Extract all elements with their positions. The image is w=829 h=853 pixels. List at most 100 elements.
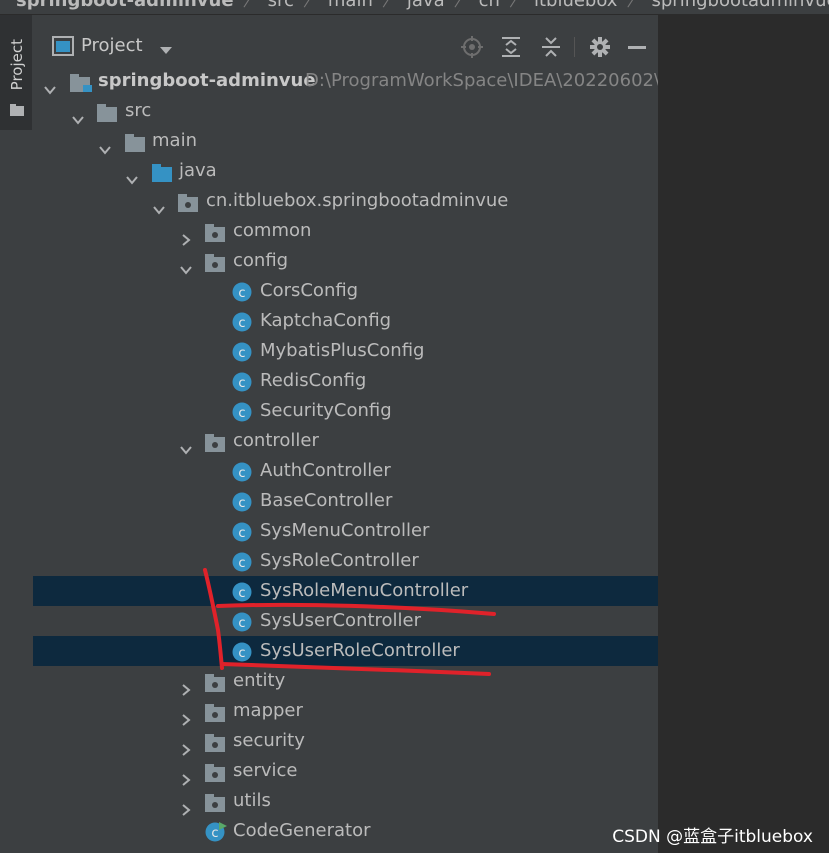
tree-node-config[interactable]: config — [33, 246, 658, 276]
tree-node-label: java — [179, 160, 217, 181]
tree-node-label: RedisConfig — [260, 370, 367, 391]
tree-node-label: SysMenuController — [260, 520, 430, 541]
chevron-right-icon[interactable] — [180, 766, 192, 786]
watermark: CSDN @蓝盒子itbluebox — [612, 827, 813, 847]
tree-node-main[interactable]: main — [33, 126, 658, 156]
breadcrumb-separator: 〉 — [302, 0, 319, 10]
breadcrumb-item-java[interactable]: java — [407, 0, 445, 10]
chevron-down-icon[interactable] — [126, 166, 138, 185]
tree-node-class[interactable]: c RedisConfig — [33, 366, 658, 396]
tree-node-utils[interactable]: utils — [33, 786, 658, 816]
tree-node-class[interactable]: c SysUserController — [33, 606, 658, 636]
breadcrumb-item-src[interactable]: src — [268, 0, 294, 10]
tree-node-controller[interactable]: controller — [33, 426, 658, 456]
tree-node-class[interactable]: c BaseController — [33, 486, 658, 516]
chevron-right-icon[interactable] — [180, 706, 192, 726]
tree-node-class[interactable]: c AuthController — [33, 456, 658, 486]
tree-node-class-selected[interactable]: c SysRoleMenuController — [33, 576, 658, 606]
chevron-down-icon[interactable] — [159, 40, 173, 59]
svg-text:c: c — [238, 526, 245, 541]
breadcrumb-item-cn[interactable]: cn — [479, 0, 500, 10]
tree-node-code-generator[interactable]: c CodeGenerator — [33, 816, 658, 846]
tree-node-label: SecurityConfig — [260, 400, 392, 421]
svg-text:c: c — [238, 646, 245, 661]
locate-icon[interactable] — [461, 36, 483, 62]
editor-area[interactable] — [662, 15, 829, 853]
breadcrumb-item-project[interactable]: springboot-adminvue — [0, 0, 234, 10]
tree-node-label: springboot-adminvue — [98, 70, 316, 91]
tree-node-class[interactable]: c CorsConfig — [33, 276, 658, 306]
tree-node-package[interactable]: cn.itbluebox.springbootadminvue — [33, 186, 658, 216]
chevron-right-icon[interactable] — [180, 226, 192, 246]
chevron-down-icon[interactable] — [72, 106, 84, 125]
expand-all-icon[interactable] — [501, 36, 521, 62]
tree-node-project-root[interactable]: springboot-adminvue D:\ProgramWorkSpace\… — [33, 66, 829, 96]
left-tool-stripe — [0, 15, 34, 853]
svg-text:c: c — [238, 586, 245, 601]
svg-text:c: c — [238, 286, 245, 301]
minimize-icon[interactable] — [627, 36, 647, 62]
chevron-down-icon[interactable] — [180, 256, 192, 275]
tree-node-label: AuthController — [260, 460, 391, 481]
tree-node-label: mapper — [233, 700, 303, 721]
gear-icon[interactable] — [590, 36, 610, 62]
tree-node-label: entity — [233, 670, 286, 691]
header-divider — [574, 37, 575, 57]
tree-node-common[interactable]: common — [33, 216, 658, 246]
chevron-down-icon[interactable] — [44, 76, 56, 95]
tree-node-label: MybatisPlusConfig — [260, 340, 425, 361]
tree-node-label: utils — [233, 790, 271, 811]
chevron-down-icon[interactable] — [180, 436, 192, 455]
tree-node-label: KaptchaConfig — [260, 310, 392, 331]
svg-text:c: c — [211, 826, 218, 841]
tree-node-label: src — [125, 100, 152, 121]
svg-text:c: c — [238, 466, 245, 481]
tree-node-java[interactable]: java — [33, 156, 658, 186]
tree-node-class[interactable]: c KaptchaConfig — [33, 306, 658, 336]
tree-node-class[interactable]: c SysRoleController — [33, 546, 658, 576]
svg-text:c: c — [238, 376, 245, 391]
breadcrumb-separator: 〉 — [453, 0, 470, 10]
panel-header: Project — [33, 31, 658, 61]
breadcrumb-separator: 〉 — [381, 0, 398, 10]
tree-node-src[interactable]: src — [33, 96, 658, 126]
svg-text:c: c — [238, 616, 245, 631]
tree-node-label: common — [233, 220, 312, 241]
folder-icon — [10, 101, 24, 120]
tree-node-class[interactable]: c SysMenuController — [33, 516, 658, 546]
chevron-right-icon[interactable] — [180, 736, 192, 756]
breadcrumb: springboot-adminvue 〉 src 〉 main 〉 java 〉 cn 〉 itb… — [0, 0, 829, 15]
tree-node-class[interactable]: c MybatisPlusConfig — [33, 336, 658, 366]
tree-node-class[interactable]: c SecurityConfig — [33, 396, 658, 426]
chevron-down-icon[interactable] — [153, 196, 165, 215]
breadcrumb-item-itbluebox[interactable]: itbluebox — [534, 0, 618, 10]
tree-node-entity[interactable]: entity — [33, 666, 658, 696]
project-panel: Project springboot-adminvue D:\ProgramWo… — [33, 15, 829, 853]
tree-node-mapper[interactable]: mapper — [33, 696, 658, 726]
project-tool-window-tab[interactable]: Project — [0, 15, 32, 130]
tree-node-label: controller — [233, 430, 319, 451]
tree-node-service[interactable]: service — [33, 756, 658, 786]
breadcrumb-item-main[interactable]: main — [328, 0, 373, 10]
tree-node-label: CorsConfig — [260, 280, 359, 301]
svg-text:c: c — [238, 346, 245, 361]
breadcrumb-separator: 〉 — [508, 0, 525, 10]
chevron-right-icon[interactable] — [180, 676, 192, 696]
tree-node-label: config — [233, 250, 289, 271]
project-view-icon — [52, 36, 74, 60]
svg-text:c: c — [238, 316, 245, 331]
tree-node-class-selected[interactable]: c SysUserRoleController — [33, 636, 658, 666]
tree-node-label: SysRoleController — [260, 550, 419, 571]
chevron-down-icon[interactable] — [99, 136, 111, 155]
runnable-class-icon: c — [205, 822, 227, 852]
tree-node-label: security — [233, 730, 305, 751]
tree-node-label: CodeGenerator — [233, 820, 371, 841]
chevron-right-icon[interactable] — [180, 796, 192, 816]
tree-node-security[interactable]: security — [33, 726, 658, 756]
tree-node-label: service — [233, 760, 298, 781]
panel-title[interactable]: Project — [81, 35, 143, 56]
collapse-all-icon[interactable] — [541, 36, 561, 62]
breadcrumb-item-springbootadminvue[interactable]: springbootadminvue — [651, 0, 829, 10]
svg-text:c: c — [238, 496, 245, 511]
svg-text:c: c — [238, 406, 245, 421]
